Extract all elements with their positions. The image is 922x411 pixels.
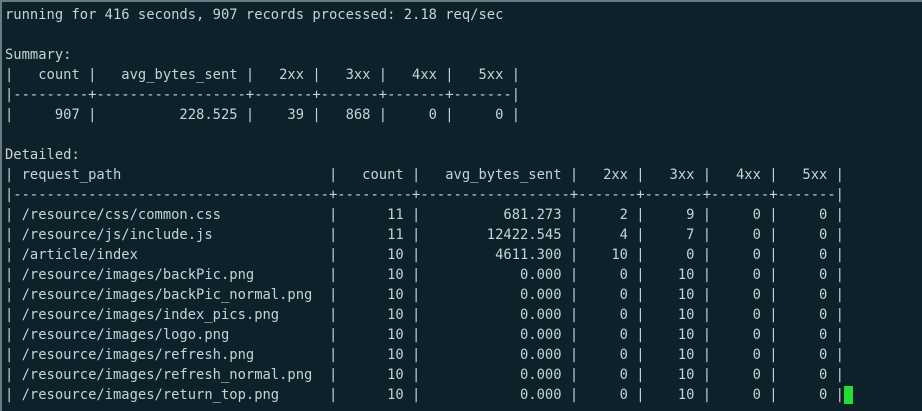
table-row: | /resource/css/common.css | 11 | 681.27… bbox=[5, 207, 844, 223]
detailed-separator: |--------------------------------------+… bbox=[5, 187, 844, 203]
table-row: | /resource/images/logo.png | 10 | 0.000… bbox=[5, 327, 844, 343]
table-row: | /resource/images/refresh_normal.png | … bbox=[5, 367, 844, 383]
summary-title: Summary: bbox=[5, 47, 72, 63]
table-row: | /resource/js/include.js | 11 | 12422.5… bbox=[5, 227, 844, 243]
table-row: | /resource/images/refresh.png | 10 | 0.… bbox=[5, 347, 844, 363]
table-row: | /resource/images/backPic.png | 10 | 0.… bbox=[5, 267, 844, 283]
terminal-window[interactable]: running for 416 seconds, 907 records pro… bbox=[0, 0, 922, 411]
terminal-cursor bbox=[843, 386, 853, 404]
table-row: | /resource/images/index_pics.png | 10 |… bbox=[5, 307, 844, 323]
detailed-header-row: | request_path | count | avg_bytes_sent … bbox=[5, 167, 844, 183]
last-row-line: | /resource/images/return_top.png | 10 |… bbox=[5, 385, 922, 405]
status-line: running for 416 seconds, 907 records pro… bbox=[5, 7, 504, 23]
table-row: | /resource/images/return_top.png | 10 |… bbox=[5, 387, 844, 403]
summary-row: | 907 | 228.525 | 39 | 868 | 0 | 0 | bbox=[5, 107, 520, 123]
summary-header-row: | count | avg_bytes_sent | 2xx | 3xx | 4… bbox=[5, 67, 520, 83]
detailed-title: Detailed: bbox=[5, 147, 80, 163]
table-row: | /resource/images/backPic_normal.png | … bbox=[5, 287, 844, 303]
summary-separator: |---------+------------------+-------+--… bbox=[5, 87, 520, 103]
table-row: | /article/index | 10 | 4611.300 | 10 | … bbox=[5, 247, 844, 263]
terminal-output: running for 416 seconds, 907 records pro… bbox=[2, 2, 922, 405]
